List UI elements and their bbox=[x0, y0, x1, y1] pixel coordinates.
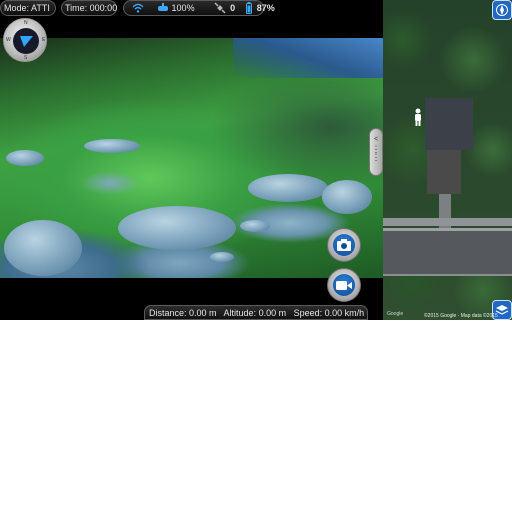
signal-strength-value: 100% bbox=[171, 3, 195, 13]
flight-mode-label: Mode: ATTI bbox=[4, 3, 50, 13]
app-root: Google ©2015 Google · Map data ©2015 Mod… bbox=[0, 0, 512, 320]
flight-time-label: Time: 000:00 bbox=[65, 3, 118, 13]
satellite-icon bbox=[214, 1, 226, 18]
video-camera-icon bbox=[336, 281, 352, 290]
compass-icon bbox=[496, 4, 508, 21]
flight-time-indicator: Time: 000:00 bbox=[61, 0, 117, 16]
compass-dial bbox=[13, 28, 39, 54]
camera-feed-rock bbox=[210, 252, 234, 262]
map-building bbox=[427, 150, 461, 194]
map-sidewalk bbox=[383, 218, 512, 226]
distance-readout: Distance: 0.00 m bbox=[149, 308, 217, 318]
camera-feed-rock bbox=[240, 220, 270, 232]
telemetry-bar: Distance: 0.00 m Altitude: 0.00 m Speed:… bbox=[144, 305, 368, 320]
camera-live-feed[interactable] bbox=[0, 38, 383, 278]
compass-navigation-button[interactable]: N S E W bbox=[3, 18, 47, 62]
battery-icon bbox=[246, 1, 253, 18]
camera-feed-rock bbox=[248, 174, 328, 202]
map-building bbox=[425, 98, 473, 150]
satellite-count-value: 0 bbox=[230, 3, 236, 13]
satellite-map[interactable] bbox=[383, 0, 512, 320]
take-photo-button-core bbox=[333, 234, 355, 256]
compass-south-label: S bbox=[24, 55, 28, 61]
camera-feed-rock bbox=[118, 206, 236, 250]
map-road bbox=[383, 228, 512, 276]
remote-controller-icon bbox=[157, 1, 169, 18]
speed-readout: Speed: 0.00 km/h bbox=[293, 308, 365, 318]
status-bar: 100% 0 87% bbox=[123, 0, 275, 18]
grip-dots-icon: ⋮ bbox=[371, 152, 381, 162]
camera-feed-rock bbox=[84, 139, 140, 153]
map-panel-drag-handle[interactable]: < ⋮ ⋮ bbox=[369, 128, 383, 176]
street-view-pegman-icon[interactable] bbox=[413, 108, 423, 126]
camera-feed-sky bbox=[233, 38, 383, 78]
compass-west-label: W bbox=[6, 37, 11, 43]
heading-arrow-icon bbox=[20, 36, 33, 47]
altitude-readout: Altitude: 0.00 m bbox=[223, 308, 287, 318]
google-logo: Google bbox=[387, 311, 404, 317]
wifi-icon bbox=[132, 1, 144, 18]
map-attribution[interactable]: ©2015 Google · Map data ©2015 bbox=[424, 313, 498, 319]
camera-feed-rock bbox=[322, 180, 372, 214]
battery-level-value: 87% bbox=[256, 3, 275, 13]
record-video-button-core bbox=[333, 274, 355, 296]
compass-east-label: E bbox=[42, 37, 46, 43]
compass-north-label: N bbox=[24, 20, 28, 26]
flight-mode-indicator: Mode: ATTI bbox=[0, 0, 56, 16]
camera-icon bbox=[337, 239, 351, 251]
camera-feed-rock bbox=[6, 150, 44, 166]
map-compass-button[interactable] bbox=[492, 0, 512, 20]
record-video-button[interactable] bbox=[327, 268, 361, 302]
camera-feed-rock bbox=[4, 220, 82, 276]
take-photo-button[interactable] bbox=[327, 228, 361, 262]
